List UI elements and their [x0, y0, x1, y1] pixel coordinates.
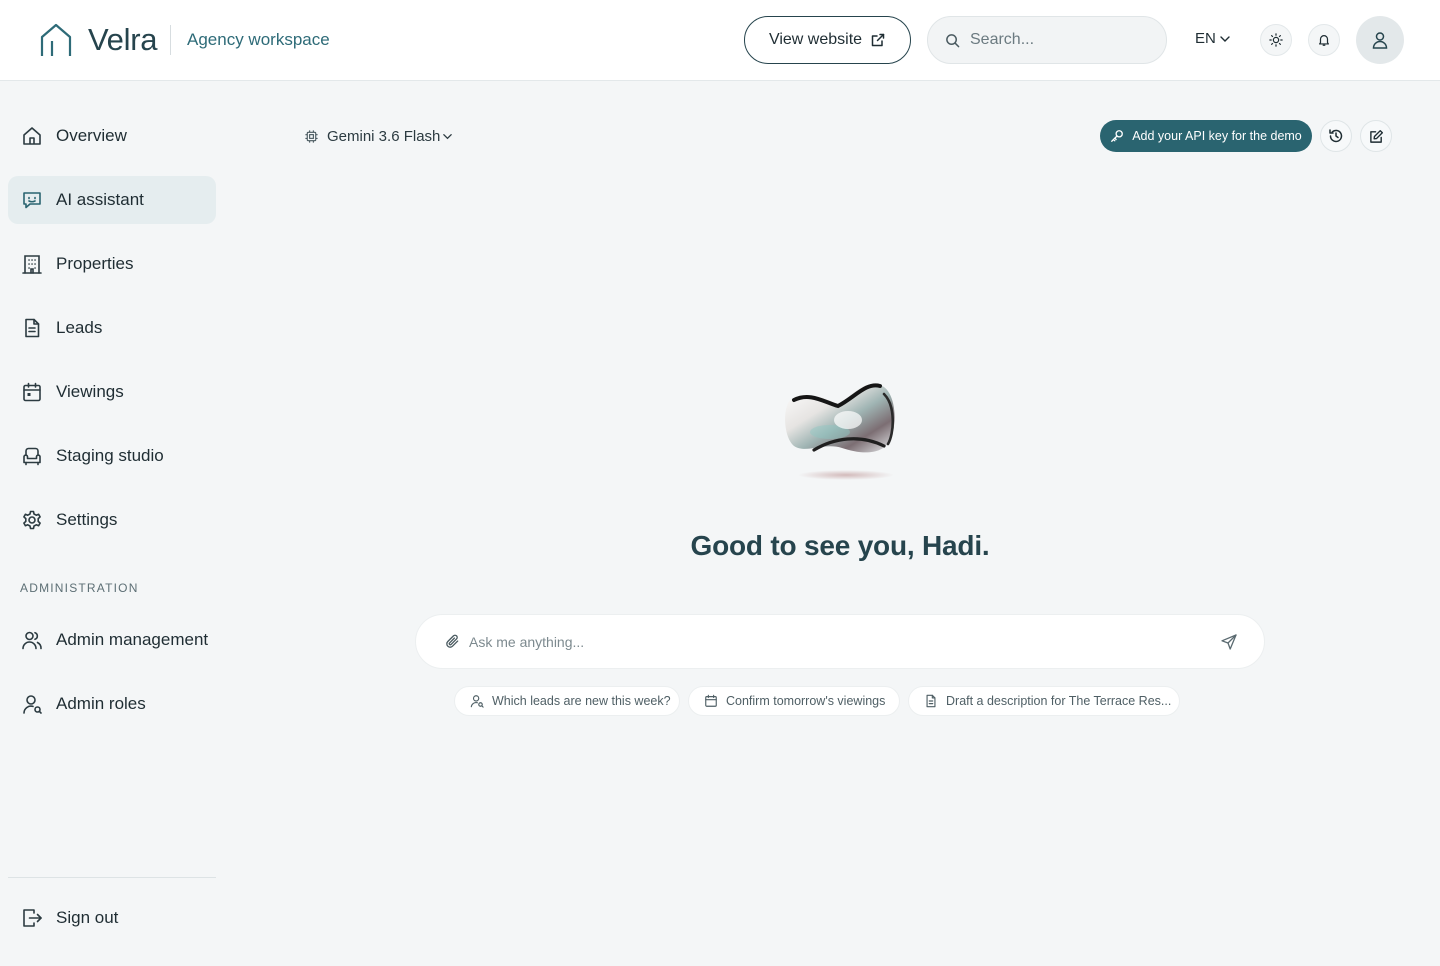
suggestion-label: Confirm tomorrow's viewings [726, 694, 886, 708]
home-icon [21, 125, 43, 147]
suggestion-chip[interactable]: Draft a description for The Terrace Res.… [908, 686, 1180, 716]
sidebar-item-label: AI assistant [56, 190, 144, 209]
sidebar-item-admin-roles[interactable]: Admin roles [8, 680, 216, 728]
paperclip-icon[interactable] [445, 634, 460, 649]
history-button[interactable] [1320, 120, 1352, 152]
greeting-heading: Good to see you, Hadi. [690, 530, 990, 561]
sidebar-item-properties[interactable]: Properties [8, 240, 216, 288]
gear-icon [21, 509, 43, 531]
sidebar-item-viewings[interactable]: Viewings [8, 368, 216, 416]
new-chat-button[interactable] [1360, 120, 1392, 152]
sign-out-button[interactable]: Sign out [8, 894, 216, 942]
assistant-orb-graphic [780, 376, 900, 486]
search-input[interactable] [970, 31, 1150, 49]
chat-bot-icon [21, 189, 43, 211]
administration-section-label: ADMINISTRATION [20, 581, 139, 595]
sign-out-label: Sign out [56, 908, 119, 927]
sidebar-item-overview[interactable]: Overview [8, 112, 216, 160]
sidebar-item-label: Properties [56, 254, 134, 273]
sidebar-item-label: Leads [56, 318, 103, 337]
sidebar-item-label: Admin roles [56, 694, 146, 713]
sun-icon [1269, 33, 1283, 47]
model-selector[interactable]: Gemini 3.6 Flash [304, 124, 453, 148]
suggestion-label: Draft a description for The Terrace Res.… [946, 694, 1172, 708]
search-box[interactable] [927, 16, 1167, 64]
chat-input[interactable] [469, 633, 1211, 650]
language-selector[interactable]: EN [1195, 30, 1231, 47]
history-icon [1328, 128, 1344, 144]
add-api-key-button[interactable]: Add your API key for the demo [1100, 120, 1312, 152]
sidebar-item-label: Overview [56, 126, 127, 145]
document-icon [21, 317, 43, 339]
key-icon [1110, 129, 1124, 143]
calendar-icon [21, 381, 43, 403]
bell-icon [1317, 33, 1331, 47]
language-code: EN [1195, 30, 1216, 47]
chevron-down-icon [1219, 33, 1231, 45]
suggestion-label: Which leads are new this week? [492, 694, 671, 708]
view-website-button[interactable]: View website [744, 16, 911, 64]
document-icon [924, 694, 938, 708]
sidebar-item-label: Settings [56, 510, 118, 529]
external-link-icon [870, 32, 886, 48]
sidebar-item-label: Viewings [56, 382, 124, 401]
calendar-icon [704, 694, 718, 708]
send-icon[interactable] [1220, 633, 1238, 651]
search-icon [945, 33, 960, 48]
view-website-label: View website [768, 31, 863, 48]
user-search-icon [470, 694, 484, 708]
notifications-button[interactable] [1308, 24, 1340, 56]
user-icon [1370, 30, 1390, 50]
sidebar-item-admin-management[interactable]: Admin management [8, 616, 216, 664]
sidebar-item-leads[interactable]: Leads [8, 304, 216, 352]
house-logo-icon[interactable] [38, 22, 74, 58]
model-name: Gemini 3.6 Flash [327, 127, 441, 145]
suggestion-chip[interactable]: Which leads are new this week? [454, 686, 680, 716]
suggestion-chip[interactable]: Confirm tomorrow's viewings [688, 686, 900, 716]
top-bar: Velra Agency workspace View website EN [0, 0, 1440, 81]
user-avatar-button[interactable] [1356, 16, 1404, 64]
armchair-icon [21, 445, 43, 467]
sidebar-item-label: Admin management [56, 630, 209, 649]
edit-icon [1369, 129, 1384, 144]
sign-out-icon [21, 907, 43, 929]
building-icon [21, 253, 43, 275]
users-icon [21, 629, 43, 651]
sidebar-item-ai-assistant[interactable]: AI assistant [8, 176, 216, 224]
theme-toggle-button[interactable] [1260, 24, 1292, 56]
brand-divider [170, 25, 171, 55]
chat-input-box[interactable] [415, 614, 1265, 669]
sidebar-item-label: Staging studio [56, 446, 164, 465]
user-role-icon [21, 693, 43, 715]
api-key-label: Add your API key for the demo [1132, 129, 1302, 143]
brand-name[interactable]: Velra [88, 20, 157, 60]
chip-icon [304, 129, 319, 144]
sidebar-item-staging-studio[interactable]: Staging studio [8, 432, 216, 480]
sidebar-divider [8, 877, 216, 878]
workspace-label: Agency workspace [187, 30, 330, 49]
chevron-down-icon [442, 131, 453, 142]
